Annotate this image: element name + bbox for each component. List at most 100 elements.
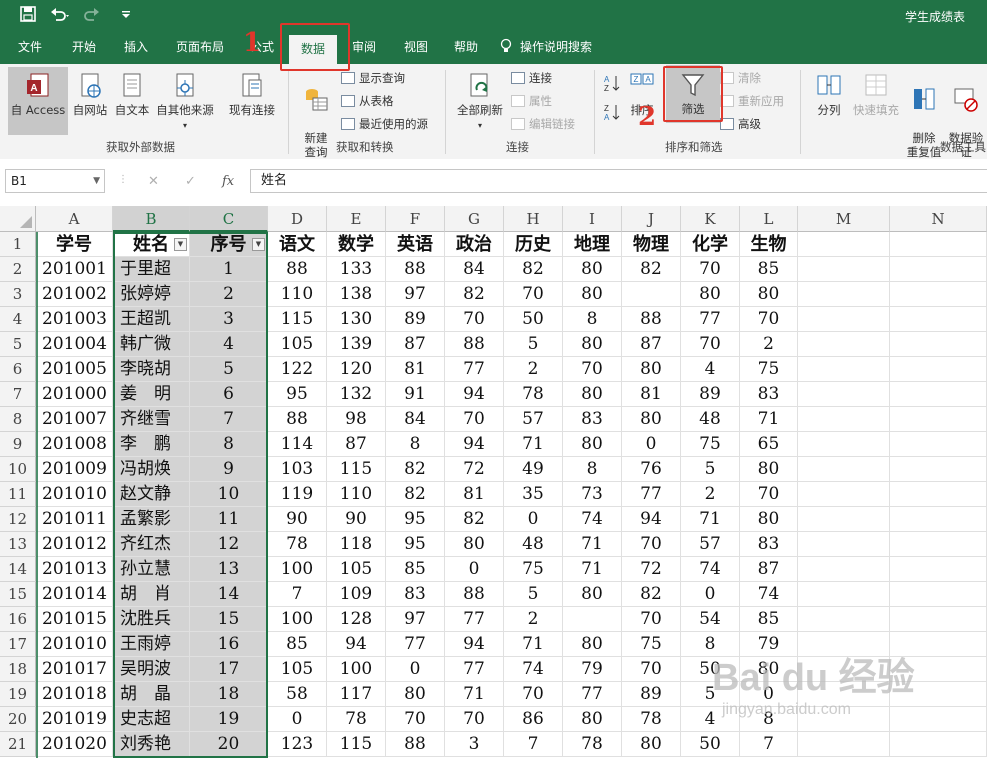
- more-options-icon[interactable]: ⋮: [118, 174, 128, 185]
- table-cell[interactable]: 80: [563, 382, 622, 407]
- row-header-13[interactable]: 13: [0, 532, 36, 557]
- table-cell[interactable]: 80: [563, 632, 622, 657]
- table-cell[interactable]: 71: [504, 432, 563, 457]
- table-cell[interactable]: 70: [681, 257, 740, 282]
- table-cell[interactable]: 50: [681, 732, 740, 757]
- table-cell[interactable]: 王超凯: [113, 307, 190, 332]
- table-cell[interactable]: 70: [445, 407, 504, 432]
- table-cell[interactable]: 70: [445, 307, 504, 332]
- spreadsheet-grid[interactable]: ABCDEFGHIJKLMN 1 学号 姓名 ▼ 序号 ▼ 语文 数学 英语 政治 历史 地理 物理 化学…: [0, 206, 987, 758]
- table-cell[interactable]: 87: [622, 332, 681, 357]
- table-cell[interactable]: 19: [190, 707, 268, 732]
- table-cell[interactable]: 74: [504, 657, 563, 682]
- column-header-a[interactable]: A: [36, 206, 113, 232]
- row-header-21[interactable]: 21: [0, 732, 36, 757]
- table-cell[interactable]: 86: [504, 707, 563, 732]
- table-cell[interactable]: [890, 507, 987, 532]
- row-header-11[interactable]: 11: [0, 482, 36, 507]
- table-cell[interactable]: [890, 607, 987, 632]
- table-cell[interactable]: 70: [622, 607, 681, 632]
- column-header-c[interactable]: C: [190, 206, 268, 232]
- table-cell[interactable]: 130: [327, 307, 386, 332]
- table-cell[interactable]: 89: [681, 382, 740, 407]
- filter-dropdown-icon[interactable]: ▼: [174, 238, 187, 251]
- table-cell[interactable]: 70: [504, 282, 563, 307]
- table-cell[interactable]: 2: [190, 282, 268, 307]
- table-cell[interactable]: 105: [268, 657, 327, 682]
- table-cell[interactable]: 201002: [36, 282, 113, 307]
- table-cell[interactable]: 77: [445, 607, 504, 632]
- column-header-m[interactable]: M: [798, 206, 890, 232]
- table-cell[interactable]: [798, 582, 890, 607]
- table-cell[interactable]: [890, 457, 987, 482]
- table-cell[interactable]: 110: [268, 282, 327, 307]
- table-cell[interactable]: 201001: [36, 257, 113, 282]
- table-cell[interactable]: 87: [386, 332, 445, 357]
- table-cell[interactable]: 孙立慧: [113, 557, 190, 582]
- row-header-5[interactable]: 5: [0, 332, 36, 357]
- table-cell[interactable]: [890, 682, 987, 707]
- table-cell[interactable]: [890, 632, 987, 657]
- header-cell[interactable]: 地理: [563, 232, 622, 257]
- column-header-b[interactable]: B: [113, 206, 190, 232]
- table-cell[interactable]: 0: [681, 582, 740, 607]
- select-all-corner[interactable]: [0, 206, 36, 232]
- row-header-20[interactable]: 20: [0, 707, 36, 732]
- flash-fill-button[interactable]: 快速填充: [850, 72, 902, 117]
- table-cell[interactable]: 80: [681, 282, 740, 307]
- table-cell[interactable]: 74: [563, 507, 622, 532]
- table-cell[interactable]: 82: [386, 457, 445, 482]
- table-cell[interactable]: 54: [681, 607, 740, 632]
- table-cell[interactable]: 2: [681, 482, 740, 507]
- table-cell[interactable]: 201003: [36, 307, 113, 332]
- table-cell[interactable]: 12: [190, 532, 268, 557]
- table-cell[interactable]: 94: [445, 382, 504, 407]
- table-cell[interactable]: [890, 332, 987, 357]
- table-cell[interactable]: 201000: [36, 382, 113, 407]
- table-cell[interactable]: 87: [327, 432, 386, 457]
- table-cell[interactable]: 201020: [36, 732, 113, 757]
- header-cell[interactable]: 化学: [681, 232, 740, 257]
- table-cell[interactable]: 201019: [36, 707, 113, 732]
- table-cell[interactable]: 201017: [36, 657, 113, 682]
- table-cell[interactable]: 8: [563, 457, 622, 482]
- table-cell[interactable]: 7: [268, 582, 327, 607]
- header-cell[interactable]: 历史: [504, 232, 563, 257]
- table-cell[interactable]: 5: [190, 357, 268, 382]
- table-cell[interactable]: 0: [740, 682, 798, 707]
- filter-dropdown-icon[interactable]: ▼: [252, 238, 265, 251]
- table-cell[interactable]: [890, 532, 987, 557]
- existing-connections-button[interactable]: 现有连接: [224, 72, 280, 117]
- table-cell[interactable]: 82: [504, 257, 563, 282]
- table-cell[interactable]: 75: [681, 432, 740, 457]
- table-cell[interactable]: 97: [386, 282, 445, 307]
- table-cell[interactable]: 0: [268, 707, 327, 732]
- show-queries-button[interactable]: 显示查询: [341, 70, 405, 86]
- table-cell[interactable]: 74: [681, 557, 740, 582]
- table-cell[interactable]: [798, 407, 890, 432]
- table-cell[interactable]: 1: [190, 257, 268, 282]
- table-cell[interactable]: 77: [622, 482, 681, 507]
- clear-filter-button[interactable]: 清除: [720, 70, 761, 86]
- table-cell[interactable]: 81: [445, 482, 504, 507]
- table-cell[interactable]: 沈胜兵: [113, 607, 190, 632]
- row-header-1[interactable]: 1: [0, 232, 36, 257]
- table-cell[interactable]: 65: [740, 432, 798, 457]
- table-cell[interactable]: 132: [327, 382, 386, 407]
- table-cell[interactable]: 8: [190, 432, 268, 457]
- table-cell[interactable]: [890, 407, 987, 432]
- table-cell[interactable]: 97: [386, 607, 445, 632]
- table-cell[interactable]: 5: [504, 332, 563, 357]
- from-web-button[interactable]: 自网站: [70, 72, 110, 117]
- table-cell[interactable]: 75: [622, 632, 681, 657]
- table-cell[interactable]: 3: [190, 307, 268, 332]
- sort-ascending-button[interactable]: AZ: [601, 73, 623, 96]
- table-cell[interactable]: 齐红杰: [113, 532, 190, 557]
- table-cell[interactable]: 王雨婷: [113, 632, 190, 657]
- table-cell[interactable]: 73: [563, 482, 622, 507]
- save-icon[interactable]: [20, 6, 36, 26]
- table-cell[interactable]: 70: [740, 307, 798, 332]
- row-header-12[interactable]: 12: [0, 507, 36, 532]
- header-cell[interactable]: 生物: [740, 232, 798, 257]
- table-cell[interactable]: 120: [327, 357, 386, 382]
